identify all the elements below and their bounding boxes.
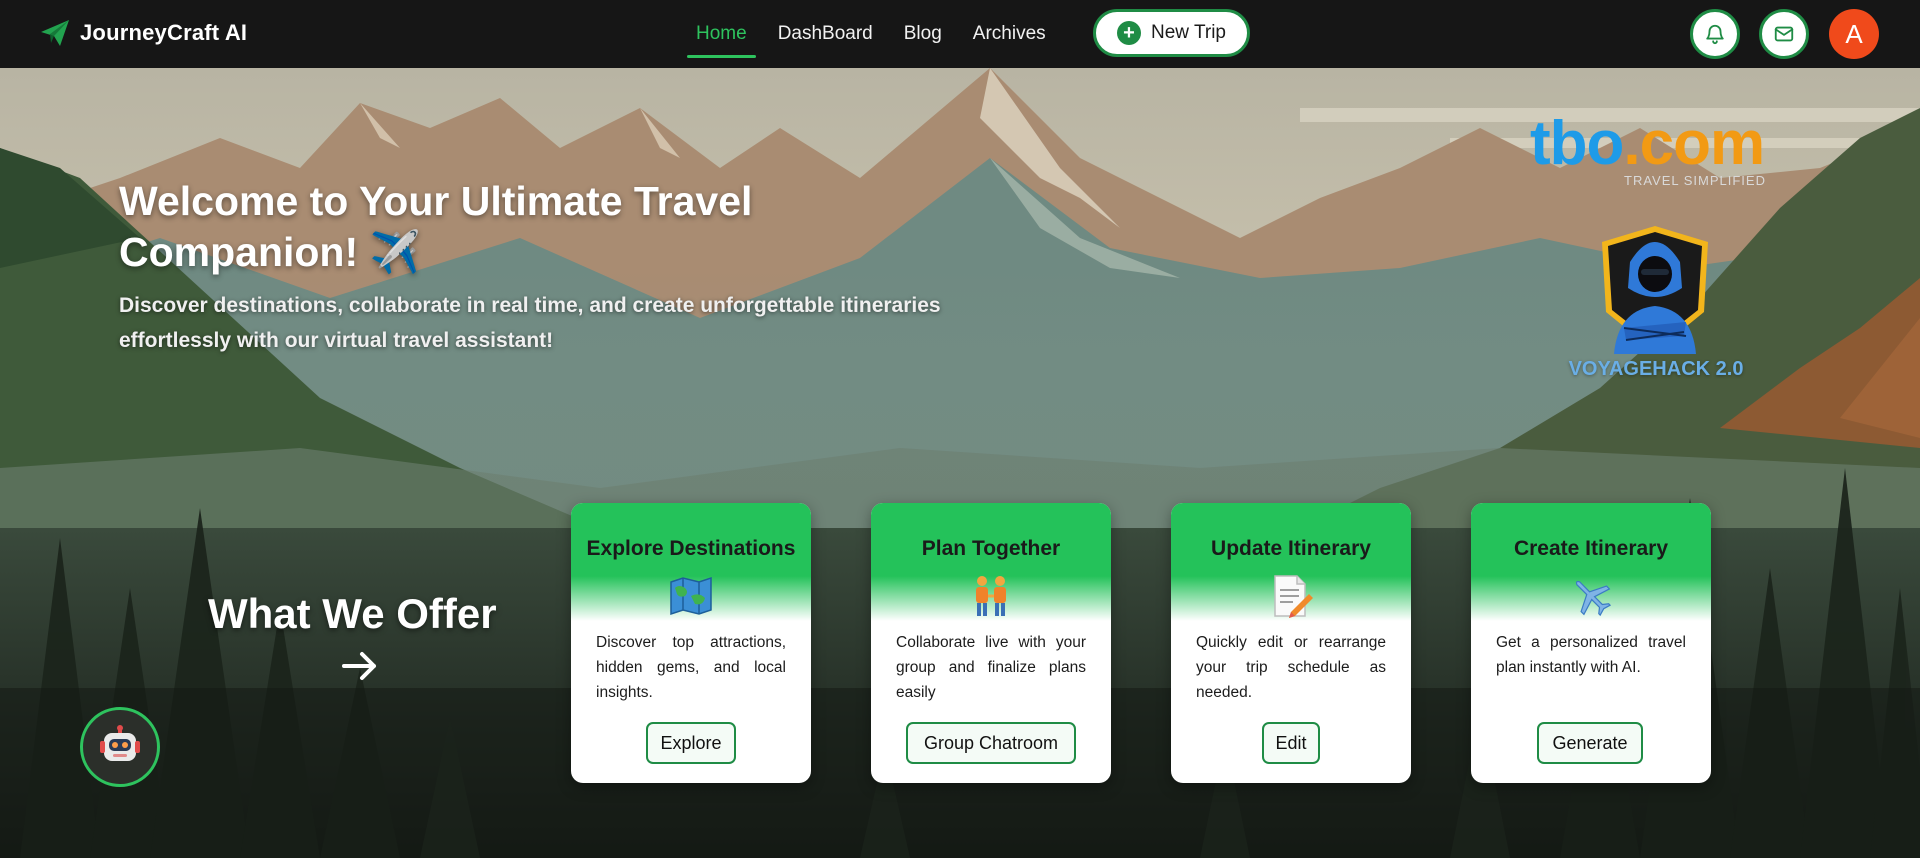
tbo-wordmark-part2: .com bbox=[1623, 109, 1765, 178]
navbar: JourneyCraft AI Home DashBoard Blog Arch… bbox=[0, 0, 1920, 68]
paper-plane-logo-icon bbox=[38, 16, 72, 50]
nav-archives[interactable]: Archives bbox=[973, 0, 1046, 68]
generate-button[interactable]: Generate bbox=[1537, 722, 1643, 764]
group-chatroom-button[interactable]: Group Chatroom bbox=[906, 722, 1076, 764]
user-avatar[interactable]: A bbox=[1829, 9, 1879, 59]
notifications-button[interactable] bbox=[1690, 9, 1740, 59]
voyagehack-hacker-logo bbox=[1602, 226, 1708, 354]
mail-icon bbox=[1774, 26, 1794, 42]
memo-pencil-icon bbox=[1269, 575, 1313, 618]
hero-subtitle: Discover destinations, collaborate in re… bbox=[119, 294, 941, 352]
tbo-tagline: TRAVEL SIMPLIFIED bbox=[1624, 173, 1766, 188]
arrow-right-icon bbox=[342, 652, 376, 680]
brand[interactable]: JourneyCraft AI bbox=[38, 16, 247, 50]
new-trip-button[interactable]: + New Trip bbox=[1093, 9, 1250, 57]
card-description: Discover top attractions, hidden gems, a… bbox=[596, 634, 786, 701]
card-create-itinerary: Create Itinerary Get a personalized trav… bbox=[1471, 503, 1711, 783]
hero-title: Welcome to Your Ultimate Travel Companio… bbox=[119, 178, 753, 275]
nav-dashboard[interactable]: DashBoard bbox=[778, 0, 873, 68]
nav-blog[interactable]: Blog bbox=[904, 0, 942, 68]
people-holding-hands-icon bbox=[969, 575, 1013, 617]
nav-home[interactable]: Home bbox=[687, 0, 756, 68]
card-title: Update Itinerary bbox=[1211, 537, 1371, 560]
voyagehack-label: VOYAGEHACK 2.0 bbox=[1568, 358, 1744, 380]
card-description: Collaborate live with your group and fin… bbox=[896, 634, 1086, 701]
edit-button[interactable]: Edit bbox=[1262, 722, 1320, 764]
plus-icon: + bbox=[1117, 21, 1142, 45]
messages-button[interactable] bbox=[1759, 9, 1809, 59]
hero-section: Welcome to Your Ultimate Travel Companio… bbox=[0, 68, 1920, 858]
brand-name: JourneyCraft AI bbox=[80, 20, 248, 45]
card-description: Quickly edit or rearrange your trip sche… bbox=[1196, 634, 1386, 701]
airplane-icon bbox=[1569, 575, 1613, 617]
bell-icon bbox=[1706, 24, 1724, 45]
card-title: Plan Together bbox=[921, 537, 1061, 560]
what-we-offer-heading: What We Offer bbox=[208, 590, 497, 637]
card-title: Explore Destinations bbox=[586, 537, 796, 560]
card-title: Create Itinerary bbox=[1513, 537, 1669, 560]
explore-button[interactable]: Explore bbox=[646, 722, 736, 764]
tbo-wordmark-part1: tbo bbox=[1530, 109, 1624, 178]
new-trip-label: New Trip bbox=[1151, 22, 1226, 43]
robot-icon bbox=[100, 725, 140, 761]
world-map-icon bbox=[669, 575, 713, 617]
nav-links: Home DashBoard Blog Archives bbox=[687, 0, 1077, 68]
card-explore-destinations: Explore Destinations Discover top attrac… bbox=[571, 503, 811, 783]
chatbot-button[interactable] bbox=[80, 707, 160, 787]
card-plan-together: Plan Together Collaborate live with your… bbox=[871, 503, 1111, 783]
card-description: Get a personalized travel plan instantly… bbox=[1496, 634, 1686, 676]
tbo-logo: tbo.com TRAVEL SIMPLIFIED bbox=[1530, 109, 1780, 189]
card-update-itinerary: Update Itinerary Quickly edit or rearran… bbox=[1171, 503, 1411, 783]
